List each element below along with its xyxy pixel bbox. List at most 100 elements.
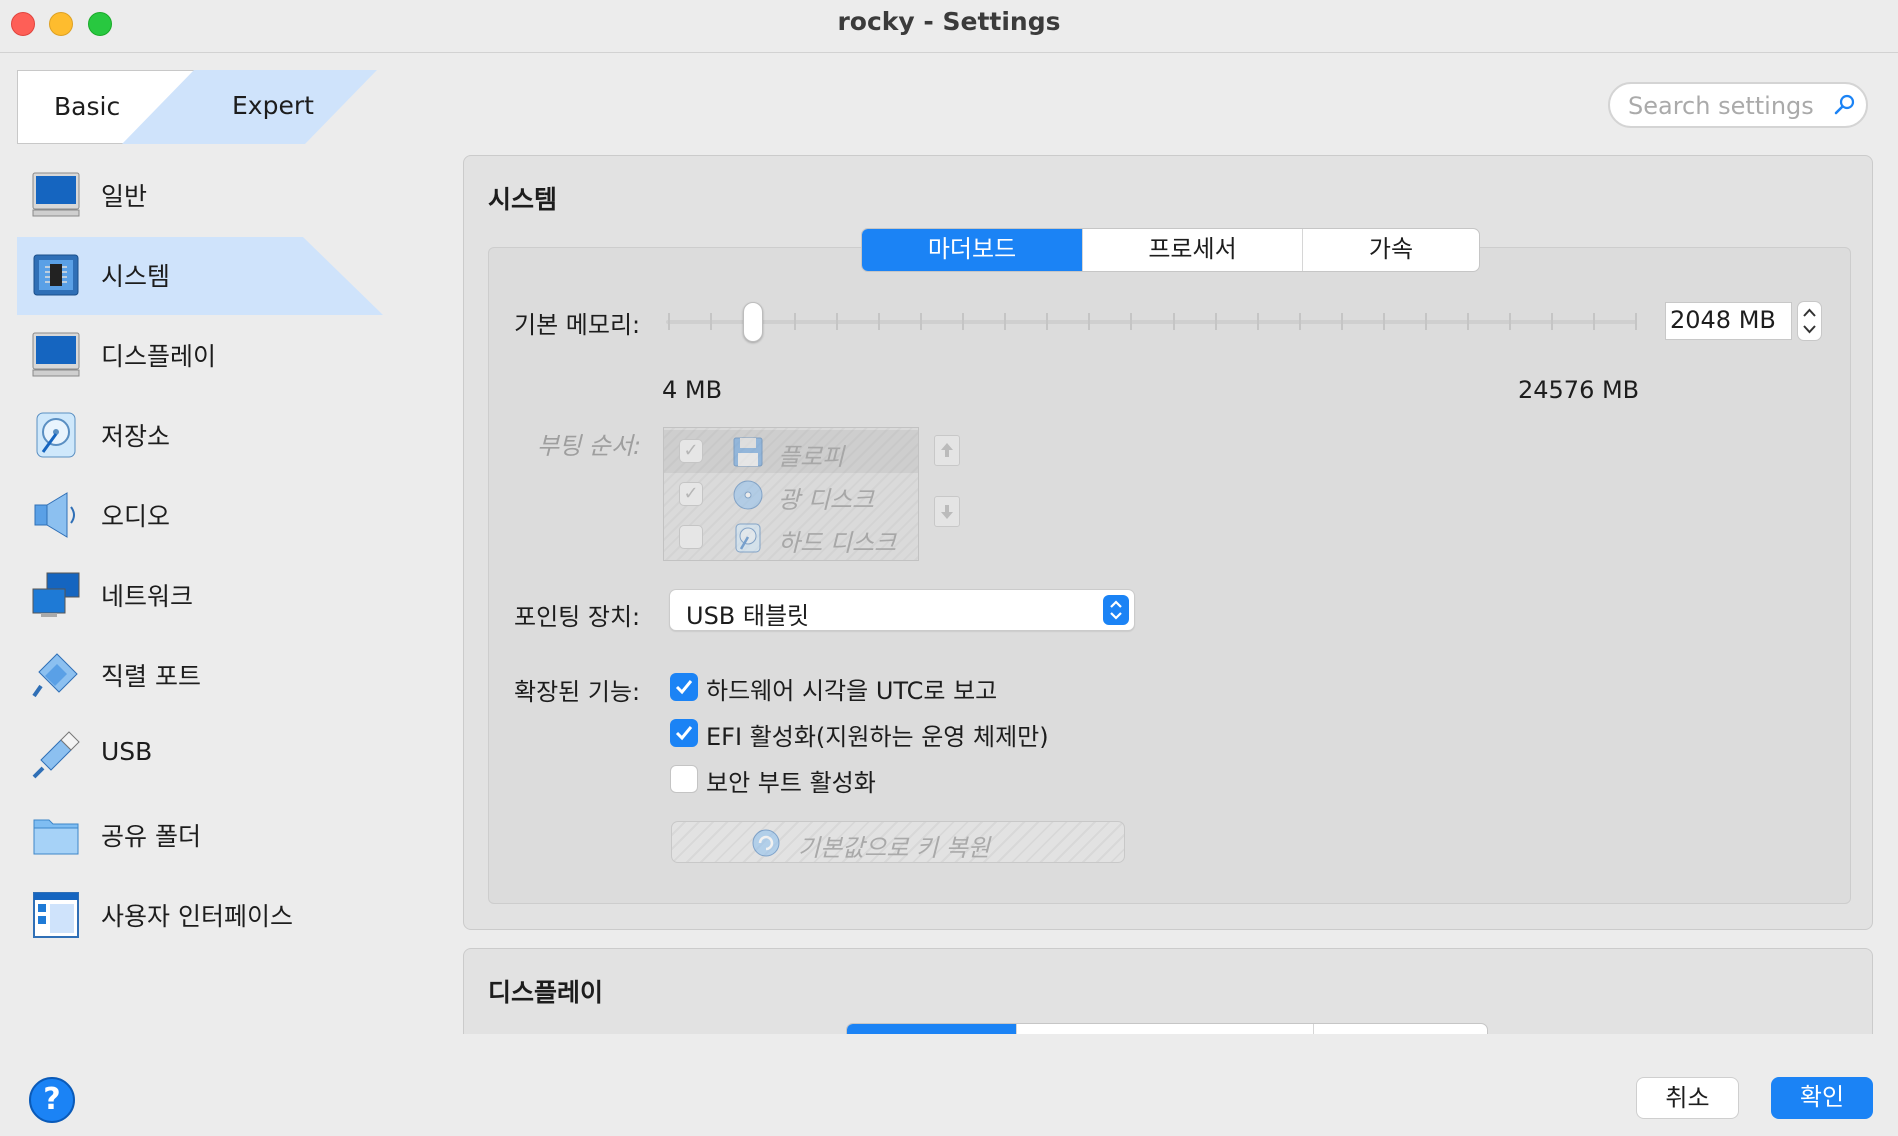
boot-order-list: ✓ 플로피 ✓ 광 디스크 하드 디스크 [663, 427, 919, 561]
slider-tick [1130, 313, 1133, 330]
hard-disk-icon [735, 523, 761, 553]
sidebar-item-audio[interactable]: 오디오 [17, 475, 385, 555]
slider-tick [1508, 313, 1511, 330]
secure-boot-checkbox-label: 보안 부트 활성화 [706, 769, 876, 797]
restore-default-keys-button[interactable]: 기본값으로 키 복원 [671, 821, 1125, 863]
display-tab-remote[interactable] [1017, 1024, 1314, 1034]
boot-move-up-button[interactable] [934, 435, 960, 466]
slider-tick [1172, 313, 1175, 330]
display-tab-bar [846, 1023, 1488, 1034]
sidebar-item-label: 네트워크 [101, 582, 194, 611]
slider-tick [1466, 313, 1469, 330]
slider-tick [1046, 313, 1049, 330]
display-panel: 디스플레이 [463, 948, 1873, 1034]
sidebar-item-system[interactable]: 시스템 [17, 235, 385, 315]
serial-port-icon [32, 653, 78, 698]
system-chip-icon [33, 254, 79, 296]
extended-features-label: 확장된 기능: [514, 678, 641, 706]
slider-tick [1256, 313, 1259, 330]
search-input[interactable] [1626, 91, 1830, 121]
sidebar-item-user-interface[interactable]: 사용자 인터페이스 [17, 875, 385, 955]
mode-switch: Basic Expert [17, 70, 377, 144]
memory-min-label: 4 MB [662, 376, 723, 404]
sidebar-item-label: 저장소 [101, 422, 171, 451]
tab-processor[interactable]: 프로세서 [1083, 229, 1303, 271]
sidebar-item-storage[interactable]: 저장소 [17, 395, 385, 475]
secure-boot-checkbox[interactable] [670, 765, 698, 793]
window-title: rocky - Settings [837, 7, 1061, 36]
optical-disc-icon [733, 480, 763, 510]
help-button[interactable]: ? [29, 1077, 75, 1123]
checkmark-icon [675, 726, 693, 741]
reset-icon [752, 829, 780, 857]
slider-tick [1592, 313, 1595, 330]
display-monitor-icon [32, 332, 80, 377]
sidebar-item-usb[interactable]: USB [17, 715, 385, 795]
boot-item-hard-disk: 하드 디스크 [664, 516, 918, 559]
slider-tick [1214, 313, 1217, 330]
sidebar-item-label: 일반 [101, 182, 148, 211]
boot-item-label: 플로피 [778, 443, 845, 471]
pointing-device-select[interactable]: USB 태블릿 [669, 589, 1135, 631]
sidebar-item-label: 공유 폴더 [101, 822, 201, 851]
boot-move-down-button[interactable] [934, 496, 960, 527]
memory-max-label: 24576 MB [1518, 376, 1640, 404]
slider-tick [1088, 313, 1091, 330]
base-memory-label: 기본 메모리: [514, 311, 641, 339]
boot-item-checkbox: ✓ [679, 439, 703, 463]
search-icon [1834, 94, 1855, 115]
sidebar-item-label: 사용자 인터페이스 [101, 902, 293, 931]
slider-tick [1382, 313, 1385, 330]
base-memory-slider-thumb[interactable] [743, 302, 763, 342]
ok-button[interactable]: 확인 [1771, 1077, 1873, 1119]
display-tab-recording[interactable] [1314, 1024, 1487, 1034]
slider-tick [1004, 313, 1007, 330]
restore-default-keys-label: 기본값으로 키 복원 [798, 834, 990, 862]
base-memory-slider-track[interactable] [666, 320, 1637, 324]
settings-sidebar: 일반 시스템 디스플레이 저장소 오디오 네트워크 직렬 포트 USB 공유 폴… [17, 155, 385, 955]
expert-mode-label: Expert [232, 91, 314, 120]
boot-item-checkbox [679, 525, 703, 549]
slider-tick [668, 313, 670, 330]
arrow-down-icon [941, 505, 953, 519]
slider-tick [1424, 313, 1427, 330]
base-memory-stepper[interactable] [1797, 301, 1822, 341]
efi-checkbox-label: EFI 활성화(지원하는 운영 체제만) [706, 723, 1049, 751]
folder-icon [33, 819, 79, 855]
select-chevron-icon [1103, 595, 1129, 625]
boot-item-floppy: ✓ 플로피 [664, 430, 918, 473]
sidebar-item-label: 디스플레이 [101, 342, 217, 371]
sidebar-item-serial-port[interactable]: 직렬 포트 [17, 635, 385, 715]
slider-tick [836, 313, 839, 330]
sidebar-item-label: USB [101, 737, 153, 766]
boot-order-label: 부팅 순서: [537, 432, 642, 460]
sidebar-item-network[interactable]: 네트워크 [17, 555, 385, 635]
system-panel-title: 시스템 [488, 185, 558, 214]
boot-item-label: 광 디스크 [778, 486, 874, 514]
slider-tick [1635, 313, 1637, 330]
sidebar-item-shared-folders[interactable]: 공유 폴더 [17, 795, 385, 875]
utc-checkbox[interactable] [670, 673, 698, 701]
tab-motherboard[interactable]: 마더보드 [862, 229, 1083, 271]
slider-tick [1298, 313, 1301, 330]
efi-checkbox[interactable] [670, 719, 698, 747]
slider-tick [920, 313, 923, 330]
slider-tick [1340, 313, 1343, 330]
storage-disk-icon [36, 412, 76, 458]
sidebar-item-display[interactable]: 디스플레이 [17, 315, 385, 395]
slider-tick [794, 313, 797, 330]
slider-tick [710, 313, 713, 330]
sidebar-item-label: 오디오 [101, 502, 171, 531]
boot-item-label: 하드 디스크 [778, 529, 897, 557]
pointing-device-label: 포인팅 장치: [514, 603, 641, 631]
boot-item-optical: ✓ 광 디스크 [664, 473, 918, 516]
base-memory-field[interactable]: 2048 MB [1665, 302, 1792, 340]
display-tab-screen[interactable] [847, 1024, 1017, 1034]
search-field[interactable] [1608, 82, 1868, 128]
general-monitor-icon [32, 172, 80, 217]
slider-tick [878, 313, 881, 330]
tab-acceleration[interactable]: 가속 [1303, 229, 1479, 271]
boot-item-checkbox: ✓ [679, 482, 703, 506]
cancel-button[interactable]: 취소 [1636, 1077, 1739, 1119]
sidebar-item-general[interactable]: 일반 [17, 155, 385, 235]
